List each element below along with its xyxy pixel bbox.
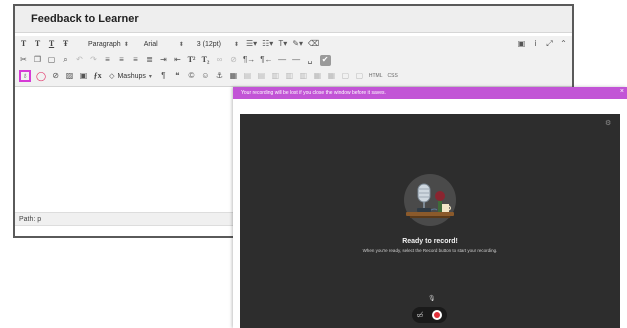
find-icon[interactable]: ⌕ (61, 54, 70, 66)
select-arrow-icon: ⬍ (123, 41, 129, 48)
camera-off-icon[interactable]: ▭̸ (417, 311, 424, 319)
record-feedback-icon[interactable]: ♁ (19, 70, 31, 82)
align-left-icon[interactable]: ≡ (103, 54, 112, 66)
font-select-value: Arial (143, 40, 158, 48)
link-icon[interactable]: ∞ (215, 54, 224, 66)
editor-title: Feedback to Learner (31, 13, 139, 25)
highlight-pen-icon[interactable]: ✎▾ (292, 38, 303, 50)
emoticon-icon[interactable]: ☺ (201, 70, 210, 82)
em-dash-icon[interactable]: — (292, 54, 301, 66)
math-icon[interactable]: ƒx (93, 70, 102, 82)
editor-header: Feedback to Learner (15, 6, 572, 33)
microphone-illustration-icon (404, 174, 456, 226)
anchor-icon[interactable]: ⚓ (215, 70, 224, 82)
attach-icon[interactable]: ⊘ (51, 70, 60, 82)
paste-icon[interactable]: ▢ (47, 54, 56, 66)
italic-button[interactable]: T (33, 38, 42, 50)
table-icon[interactable]: ▦ (229, 70, 238, 82)
unlink-icon[interactable]: ⊘ (229, 54, 238, 66)
table-row-before-icon[interactable]: ▤ (243, 70, 252, 82)
rtl-icon[interactable]: ¶← (260, 54, 272, 66)
toolbar-row-3: ♁ ◯ ⊘ ▨ ▣ ƒx ◇ Mashups ▾ ¶ ❝ © ☺ ⚓ ▦ ▤ ▤… (19, 68, 568, 84)
fullscreen-icon[interactable]: ⤢ (545, 38, 554, 50)
mashups-icon: ◇ (109, 73, 115, 80)
settings-gear-icon[interactable]: ⚙ (605, 120, 611, 127)
indent-icon[interactable]: ⇥ (159, 54, 168, 66)
underline-button[interactable]: T (47, 38, 56, 50)
recorder-controls: ▭̸ (412, 307, 447, 323)
media-icon[interactable]: ▣ (79, 70, 88, 82)
recorder-warning-banner: Your recording will be lost if you close… (233, 87, 627, 99)
recorder-warning-text: Your recording will be lost if you close… (241, 90, 386, 96)
editor-toolbar: T T T Ŧ Paragraph ⬍ Arial ⬍ 3 (12pt) ⬍ ☰… (15, 36, 572, 87)
size-select[interactable]: 3 (12pt) ⬍ (195, 38, 241, 50)
superscript-icon[interactable]: T² (187, 54, 196, 66)
align-center-icon[interactable]: ≡ (117, 54, 126, 66)
ready-title: Ready to record! (402, 238, 458, 245)
ltr-icon[interactable]: ¶→ (243, 54, 255, 66)
table-col-before-icon[interactable]: ▥ (285, 70, 294, 82)
table-row-after-icon[interactable]: ▤ (257, 70, 266, 82)
ready-subtitle: When you're ready, select the Record but… (362, 248, 498, 253)
paragraph-mark-icon[interactable]: ¶ (159, 70, 168, 82)
copy-icon[interactable]: ❐ (33, 54, 42, 66)
table-merge-icon[interactable]: ▢ (341, 70, 350, 82)
close-icon[interactable]: × (620, 88, 624, 95)
table-delete-row-icon[interactable]: ▥ (271, 70, 280, 82)
table-col-after-icon[interactable]: ▥ (299, 70, 308, 82)
spellcheck-icon[interactable]: ▣ (517, 38, 526, 50)
mashups-label: Mashups (117, 72, 146, 80)
size-select-value: 3 (12pt) (196, 40, 221, 48)
font-select[interactable]: Arial ⬍ (142, 38, 186, 50)
image-icon[interactable]: ▨ (65, 70, 74, 82)
text-color-icon[interactable]: T▾ (278, 38, 287, 50)
numbered-list-icon[interactable]: ☷▾ (262, 38, 273, 50)
quote-icon[interactable]: ❝ (173, 70, 182, 82)
css-button[interactable]: CSS (388, 70, 398, 82)
align-right-icon[interactable]: ≡ (131, 54, 140, 66)
html-button[interactable]: HTML (369, 70, 383, 82)
recorder-stage: ⚙ Ready to record! When you're ready, se… (240, 114, 620, 328)
record-button[interactable] (432, 310, 443, 320)
toolbar-row-2: ✂ ❐ ▢ ⌕ ↶ ↷ ≡ ≡ ≡ ≣ ⇥ ⇤ T² T₂ ∞ ⊘ ¶→ ¶← … (19, 52, 568, 68)
record-dot-icon (434, 312, 441, 318)
spellcheck-toggle-icon[interactable]: ✔ (319, 54, 331, 66)
toolbar-row-1: T T T Ŧ Paragraph ⬍ Arial ⬍ 3 (12pt) ⬍ ☰… (19, 36, 568, 52)
select-arrow-icon: ⬍ (233, 41, 239, 48)
table-delete-col-icon[interactable]: ▦ (313, 70, 322, 82)
clear-format-icon[interactable]: ⌫ (308, 38, 319, 50)
table-split-icon[interactable]: ▦ (327, 70, 336, 82)
mashups-select[interactable]: ◇ Mashups ▾ (107, 70, 154, 82)
bold-button[interactable]: T (19, 38, 28, 50)
status-path: Path: p (19, 215, 42, 223)
outdent-icon[interactable]: ⇤ (173, 54, 182, 66)
mic-level-icon: 🎙 (428, 296, 436, 302)
table-props-icon[interactable]: ▢ (355, 70, 364, 82)
undo-icon[interactable]: ↶ (75, 54, 84, 66)
nonbreaking-space-icon[interactable]: ␣ (306, 54, 315, 66)
paragraph-select-value: Paragraph (88, 40, 121, 48)
info-icon[interactable]: ⅰ (531, 38, 540, 50)
paragraph-select[interactable]: Paragraph ⬍ (86, 38, 131, 50)
select-arrow-icon: ⬍ (178, 41, 184, 48)
justify-icon[interactable]: ≣ (145, 54, 154, 66)
select-arrow-icon: ▾ (148, 73, 152, 80)
strikethrough-button[interactable]: Ŧ (61, 38, 70, 50)
recorder-window: Your recording will be lost if you close… (233, 87, 627, 328)
bullet-list-icon[interactable]: ☰▾ (246, 38, 257, 50)
horizontal-rule-icon[interactable]: — (278, 54, 287, 66)
record-ring-icon[interactable]: ◯ (36, 70, 46, 82)
special-char-icon[interactable]: © (187, 70, 196, 82)
redo-icon[interactable]: ↷ (89, 54, 98, 66)
cut-icon[interactable]: ✂ (19, 54, 28, 66)
collapse-toolbar-icon[interactable]: ⌃ (559, 38, 568, 50)
subscript-icon[interactable]: T₂ (201, 54, 210, 66)
